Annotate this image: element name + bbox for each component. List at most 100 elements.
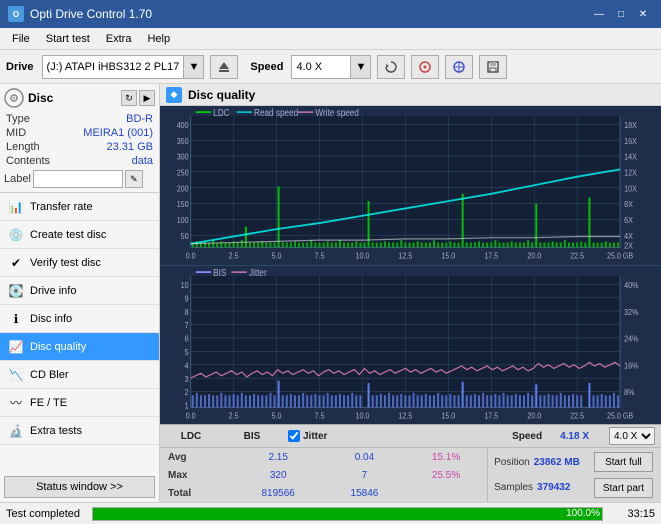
svg-text:150: 150	[177, 200, 189, 210]
position-label: Position	[494, 457, 530, 468]
speed-dropdown-arrow[interactable]: ▼	[351, 55, 371, 79]
svg-text:6X: 6X	[624, 215, 633, 225]
chart2-svg: BIS Jitter	[160, 266, 661, 425]
sidebar: Disc ↻ ▶ Type BD-R MID MEIRA1 (001) Leng…	[0, 84, 160, 502]
svg-text:0.0: 0.0	[186, 410, 196, 420]
svg-text:300: 300	[177, 152, 189, 162]
nav-item-cd-bler[interactable]: 📉 CD Bler	[0, 361, 159, 389]
svg-text:2.5: 2.5	[229, 251, 239, 261]
avg-label: Avg	[160, 448, 232, 466]
status-text: Test completed	[6, 508, 80, 520]
disc-mid-row: MID MEIRA1 (001)	[4, 126, 155, 140]
svg-text:16%: 16%	[624, 360, 638, 370]
drive-dropdown-arrow[interactable]: ▼	[184, 55, 204, 79]
extra-tests-icon: 🔬	[8, 423, 24, 439]
refresh-button[interactable]	[377, 55, 405, 79]
svg-text:LDC: LDC	[213, 107, 230, 118]
nav-item-transfer-rate[interactable]: 📊 Transfer rate	[0, 193, 159, 221]
disc-section-title: Disc	[28, 91, 53, 105]
drive-selector[interactable]: (J:) ATAPI iHBS312 2 PL17	[42, 55, 185, 79]
speed-dropdown-stats[interactable]: 4.0 X	[609, 427, 655, 445]
progress-bar-container: 100.0%	[92, 507, 603, 521]
disc-section-icon	[4, 88, 24, 108]
menu-bar: File Start test Extra Help	[0, 28, 661, 50]
max-bis: 7	[324, 466, 405, 484]
col-ldc: LDC	[166, 431, 216, 442]
svg-text:0.0: 0.0	[186, 251, 196, 261]
disc-info-icon: ℹ	[8, 311, 24, 327]
nav-item-disc-info[interactable]: ℹ Disc info	[0, 305, 159, 333]
toolbar: Drive (J:) ATAPI iHBS312 2 PL17 ▼ Speed …	[0, 50, 661, 84]
nav-item-drive-info[interactable]: 💽 Drive info	[0, 277, 159, 305]
save-button[interactable]	[479, 55, 507, 79]
svg-text:25.0 GB: 25.0 GB	[607, 410, 633, 420]
label-input[interactable]	[33, 170, 123, 188]
cd-bler-icon: 📉	[8, 367, 24, 383]
disc-icon-button[interactable]	[411, 55, 439, 79]
disc-open-btn[interactable]: ▶	[139, 90, 155, 106]
avg-ldc: 2.15	[232, 448, 323, 466]
svg-text:100: 100	[177, 215, 189, 225]
status-window-btn[interactable]: Status window >>	[4, 476, 155, 498]
svg-text:10: 10	[181, 280, 190, 290]
nav-item-disc-quality[interactable]: 📈 Disc quality	[0, 333, 159, 361]
transfer-rate-icon: 📊	[8, 199, 24, 215]
speed-selector[interactable]: 4.0 X	[291, 55, 351, 79]
svg-text:4: 4	[185, 360, 190, 370]
svg-text:14X: 14X	[624, 152, 637, 162]
total-bis: 15846	[324, 484, 405, 502]
samples-label: Samples	[494, 482, 533, 493]
menu-start-test[interactable]: Start test	[38, 31, 98, 47]
nav-item-create-test-disc[interactable]: 💿 Create test disc	[0, 221, 159, 249]
svg-text:400: 400	[177, 120, 189, 130]
svg-text:18X: 18X	[624, 120, 637, 130]
svg-text:7.5: 7.5	[315, 251, 325, 261]
start-full-button[interactable]: Start full	[594, 452, 653, 472]
start-part-button[interactable]: Start part	[594, 478, 653, 498]
svg-text:22.5: 22.5	[570, 251, 584, 261]
menu-help[interactable]: Help	[139, 31, 178, 47]
drive-label: Drive	[6, 61, 34, 73]
svg-text:200: 200	[177, 184, 189, 194]
svg-text:22.5: 22.5	[570, 410, 584, 420]
eject-button[interactable]	[210, 55, 238, 79]
disc-length-row: Length 23.31 GB	[4, 140, 155, 154]
col-bis: BIS	[232, 431, 272, 442]
disc-refresh-btn[interactable]: ↻	[121, 90, 137, 106]
menu-extra[interactable]: Extra	[98, 31, 140, 47]
stats-header: LDC BIS Jitter Speed 4.18 X 4.0 X	[160, 425, 661, 448]
svg-text:32%: 32%	[624, 307, 638, 317]
position-row: Position 23862 MB	[494, 457, 580, 468]
disc-quality-icon: 📈	[8, 339, 24, 355]
svg-text:10.0: 10.0	[355, 251, 369, 261]
svg-text:250: 250	[177, 168, 189, 178]
disc-contents-row: Contents data	[4, 154, 155, 168]
drive-info-icon: 💽	[8, 283, 24, 299]
jitter-checkbox[interactable]	[288, 430, 300, 442]
maximize-button[interactable]: □	[611, 5, 631, 23]
svg-text:12.5: 12.5	[398, 410, 412, 420]
content-area: ◆ Disc quality LDC Read speed	[160, 84, 661, 502]
settings-button[interactable]	[445, 55, 473, 79]
samples-value: 379432	[537, 482, 570, 493]
svg-text:2.5: 2.5	[229, 410, 239, 420]
menu-file[interactable]: File	[4, 31, 38, 47]
svg-text:3: 3	[185, 374, 190, 384]
svg-text:50: 50	[181, 231, 190, 241]
label-edit-btn[interactable]: ✎	[125, 170, 143, 188]
svg-text:Read speed: Read speed	[254, 107, 298, 118]
nav-item-extra-tests[interactable]: 🔬 Extra tests	[0, 417, 159, 445]
close-button[interactable]: ✕	[633, 5, 653, 23]
max-ldc: 320	[232, 466, 323, 484]
content-header-icon: ◆	[166, 87, 182, 103]
stats-section: LDC BIS Jitter Speed 4.18 X 4.0 X Avg	[160, 424, 661, 502]
svg-text:Write speed: Write speed	[315, 107, 358, 118]
col-jitter: Jitter	[303, 431, 327, 442]
nav-item-fe-te[interactable]: 〰 FE / TE	[0, 389, 159, 417]
nav-item-verify-test-disc[interactable]: ✔ Verify test disc	[0, 249, 159, 277]
svg-text:BIS: BIS	[213, 267, 226, 278]
content-header: ◆ Disc quality	[160, 84, 661, 106]
svg-text:6: 6	[185, 334, 190, 344]
minimize-button[interactable]: —	[589, 5, 609, 23]
stats-table-area: Avg 2.15 0.04 15.1% Max 320 7 25.5% Tota…	[160, 448, 661, 502]
